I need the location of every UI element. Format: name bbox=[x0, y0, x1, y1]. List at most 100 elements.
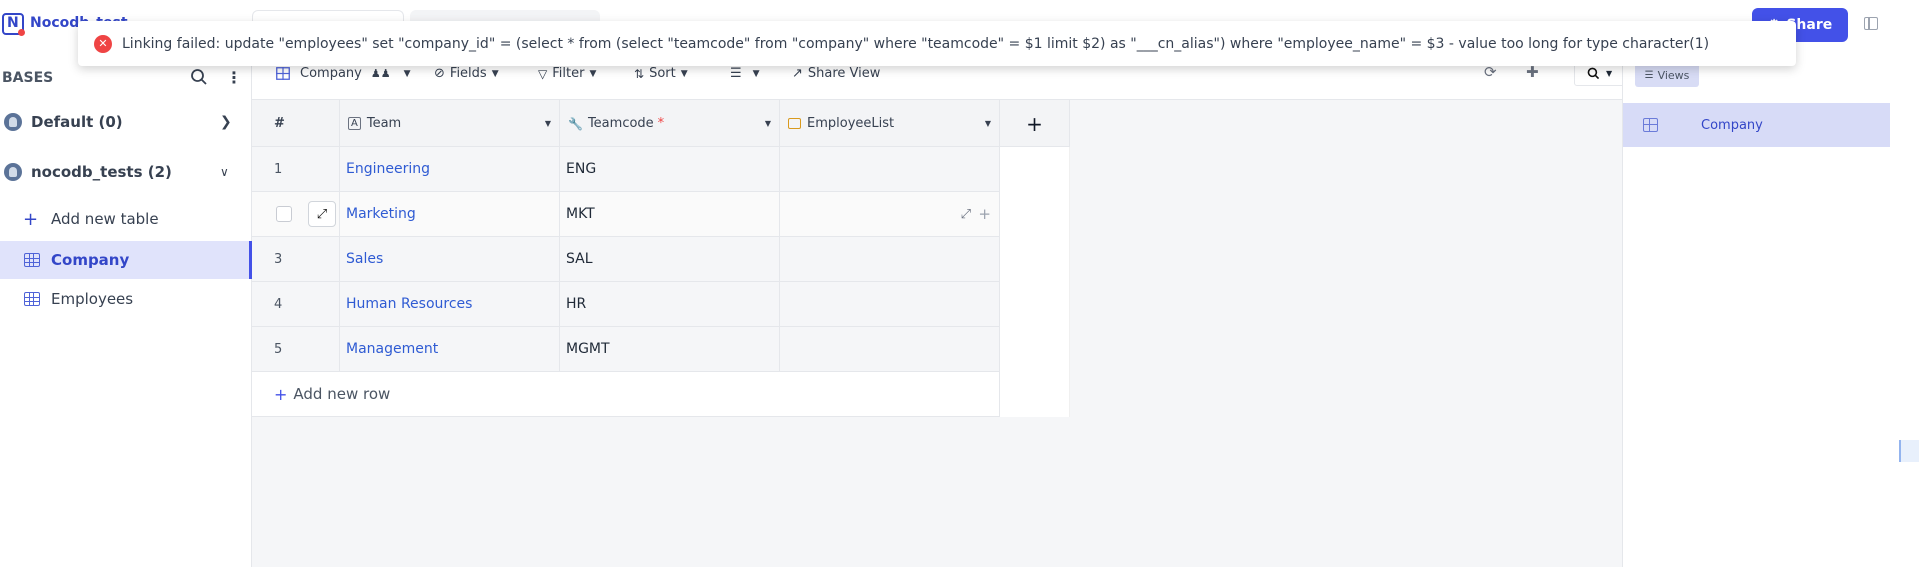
view-selector[interactable]: Company ♟♟ ▼ bbox=[276, 66, 411, 81]
postgres-icon bbox=[4, 113, 22, 131]
list-icon: ☰ bbox=[730, 66, 742, 81]
error-icon: ✕ bbox=[94, 34, 112, 53]
toggle-panel-icon[interactable] bbox=[1864, 17, 1878, 30]
cell-value: MKT bbox=[566, 206, 595, 222]
table-cell-team[interactable]: Management bbox=[340, 327, 560, 372]
nocodb-logo-icon[interactable]: N bbox=[2, 13, 25, 36]
more-options-icon[interactable]: ⋮ bbox=[226, 68, 242, 87]
add-row-label: Add new row bbox=[293, 385, 391, 403]
column-name: # bbox=[274, 116, 285, 131]
chevron-right-icon[interactable]: ❯ bbox=[220, 114, 232, 130]
plus-icon: + bbox=[23, 208, 39, 230]
external-link-icon: ↗ bbox=[792, 66, 803, 81]
list-icon: ☰ bbox=[1644, 69, 1654, 81]
view-name: Company bbox=[300, 66, 362, 81]
cell-value: ENG bbox=[566, 161, 597, 177]
row-number: 3 bbox=[252, 237, 340, 282]
add-new-row-button[interactable]: + Add new row bbox=[252, 372, 1000, 417]
sidebar: BASES ⋮ Default (0) ❯ nocodb_tests (2) ∨… bbox=[0, 48, 252, 567]
table-cell-employeelist[interactable] bbox=[780, 282, 1000, 327]
table-cell-team[interactable]: Engineering bbox=[340, 147, 560, 192]
expand-icon[interactable]: ⤢ bbox=[961, 207, 971, 222]
table-label: Company bbox=[51, 251, 130, 269]
chevron-down-icon: ▼ bbox=[403, 68, 411, 79]
table-cell-employeelist[interactable] bbox=[780, 147, 1000, 192]
column-name: Teamcode bbox=[587, 116, 654, 131]
filter-button[interactable]: ▽ Filter ▼ bbox=[538, 66, 596, 81]
column-header-team[interactable]: A Team ▼ bbox=[340, 100, 560, 147]
table-cell-team[interactable]: Human Resources bbox=[340, 282, 560, 327]
base-item-nocodb-tests[interactable]: nocodb_tests (2) ∨ bbox=[0, 152, 252, 192]
error-message: Linking failed: update "employees" set "… bbox=[122, 35, 1710, 52]
filter-icon: ▽ bbox=[538, 66, 548, 81]
bases-heading: BASES bbox=[2, 70, 54, 86]
grid-header: # A Team ▼ 🔧 Teamcode * ▼ EmployeeList ▼… bbox=[252, 100, 1070, 147]
base-name: Default (0) bbox=[31, 113, 123, 131]
cell-value: Marketing bbox=[346, 206, 416, 222]
view-item-company[interactable]: Company bbox=[1623, 103, 1890, 147]
chevron-down-icon: ▼ bbox=[491, 68, 499, 79]
error-toast: ✕ Linking failed: update "employees" set… bbox=[78, 21, 1796, 66]
add-table-label: Add new table bbox=[51, 210, 159, 228]
grid-area: # A Team ▼ 🔧 Teamcode * ▼ EmployeeList ▼… bbox=[252, 100, 1622, 567]
row-number: 5 bbox=[252, 327, 340, 372]
table-cell-team[interactable]: Sales bbox=[340, 237, 560, 282]
base-item-default[interactable]: Default (0) ❯ bbox=[0, 102, 252, 142]
table-cell-teamcode[interactable]: MGMT bbox=[560, 327, 780, 372]
chevron-down-icon: ▼ bbox=[680, 68, 688, 79]
column-header-employeelist[interactable]: EmployeeList ▼ bbox=[780, 100, 1000, 147]
chevron-down-icon[interactable]: ▼ bbox=[765, 119, 771, 128]
search-icon bbox=[1587, 67, 1600, 79]
eye-off-icon: ⊘ bbox=[434, 66, 445, 81]
cell-value: Sales bbox=[346, 251, 384, 267]
add-column-button[interactable]: + bbox=[1000, 100, 1070, 147]
cell-value: Human Resources bbox=[346, 296, 473, 312]
view-label: Company bbox=[1701, 117, 1763, 133]
table-cell-employeelist[interactable]: ⤢ + bbox=[780, 192, 1000, 237]
scroll-indicator[interactable] bbox=[1899, 440, 1919, 462]
cell-value: MGMT bbox=[566, 341, 610, 357]
sort-button[interactable]: ⇅ Sort ▼ bbox=[634, 66, 688, 81]
views-button[interactable]: ☰ Views bbox=[1635, 63, 1699, 87]
sort-label: Sort bbox=[649, 66, 676, 81]
plus-icon[interactable]: + bbox=[978, 205, 991, 223]
views-label: Views bbox=[1657, 68, 1690, 82]
table-cell-employeelist[interactable] bbox=[780, 327, 1000, 372]
table-icon bbox=[24, 292, 40, 306]
base-name: nocodb_tests (2) bbox=[31, 163, 172, 181]
expand-row-icon[interactable]: ⤢ bbox=[308, 201, 336, 227]
row-height-button[interactable]: ☰ ▼ bbox=[730, 66, 760, 81]
table-cell-team[interactable]: Marketing bbox=[340, 192, 560, 237]
sort-icon: ⇅ bbox=[634, 66, 645, 81]
add-column-spacer bbox=[1000, 147, 1070, 417]
cell-value: SAL bbox=[566, 251, 593, 267]
table-cell-teamcode[interactable]: SAL bbox=[560, 237, 780, 282]
column-name: Team bbox=[366, 116, 402, 131]
chevron-down-icon: ▼ bbox=[752, 68, 760, 79]
add-new-table-button[interactable]: + Add new table bbox=[0, 200, 252, 238]
users-icon: ♟♟ bbox=[370, 67, 391, 80]
fields-button[interactable]: ⊘ Fields ▼ bbox=[434, 66, 499, 81]
sidebar-item-company[interactable]: Company bbox=[0, 241, 252, 279]
table-cell-teamcode[interactable]: HR bbox=[560, 282, 780, 327]
table-cell-teamcode[interactable]: ENG bbox=[560, 147, 780, 192]
text-field-icon: A bbox=[348, 117, 361, 130]
key-icon: 🔧 bbox=[568, 116, 583, 131]
column-header-teamcode[interactable]: 🔧 Teamcode * ▼ bbox=[560, 100, 780, 147]
row-checkbox[interactable] bbox=[276, 206, 292, 222]
share-view-button[interactable]: ↗ Share View bbox=[792, 66, 880, 81]
row-controls: ⤢ bbox=[252, 192, 340, 237]
column-header-row-number: # bbox=[252, 100, 340, 147]
chevron-down-icon[interactable]: ▼ bbox=[985, 119, 991, 128]
filter-label: Filter bbox=[552, 66, 585, 81]
chevron-down-icon: ▼ bbox=[589, 68, 597, 79]
sidebar-item-employees[interactable]: Employees bbox=[0, 280, 252, 318]
table-cell-employeelist[interactable] bbox=[780, 237, 1000, 282]
share-view-label: Share View bbox=[807, 66, 881, 81]
search-icon[interactable] bbox=[190, 68, 208, 90]
cell-value: Engineering bbox=[346, 161, 430, 177]
chevron-down-icon: ▼ bbox=[1606, 68, 1613, 78]
table-cell-teamcode[interactable]: MKT bbox=[560, 192, 780, 237]
chevron-down-icon[interactable]: ∨ bbox=[220, 165, 229, 179]
chevron-down-icon[interactable]: ▼ bbox=[545, 119, 551, 128]
